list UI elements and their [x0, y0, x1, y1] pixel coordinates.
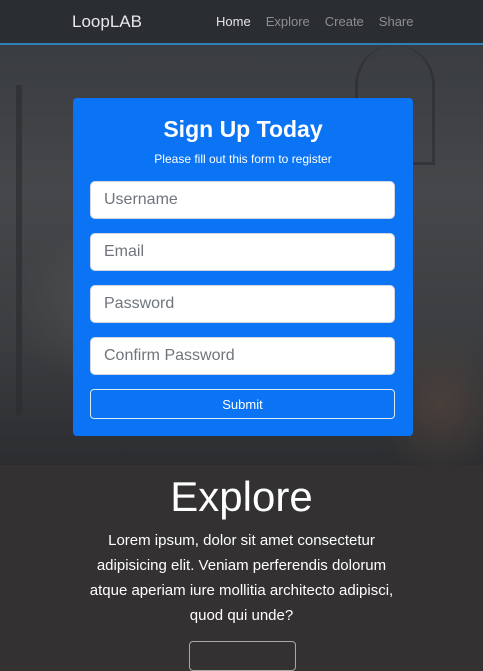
- explore-text: Lorem ipsum, dolor sit amet consectetur …: [89, 532, 394, 624]
- confirm-password-field[interactable]: [90, 337, 395, 375]
- nav-link-explore[interactable]: Explore: [266, 14, 310, 29]
- nav-link-home[interactable]: Home: [216, 14, 251, 29]
- explore-section: Explore Lorem ipsum, dolor sit amet cons…: [0, 465, 483, 671]
- nav-links: Home Explore Create Share: [216, 14, 429, 29]
- hero-pipe-shape: [16, 85, 22, 415]
- signup-form: Sign Up Today Please fill out this form …: [73, 98, 413, 436]
- signup-subtitle: Please fill out this form to register: [154, 152, 332, 166]
- brand-logo[interactable]: LoopLAB: [72, 12, 142, 32]
- submit-button[interactable]: Submit: [90, 389, 395, 419]
- signup-title: Sign Up Today: [163, 116, 323, 142]
- username-field[interactable]: [90, 181, 395, 219]
- explore-button[interactable]: [189, 641, 296, 671]
- navbar: LoopLAB Home Explore Create Share: [0, 0, 483, 45]
- email-field[interactable]: [90, 233, 395, 271]
- nav-link-create[interactable]: Create: [325, 14, 364, 29]
- explore-title: Explore: [170, 473, 313, 520]
- nav-link-share[interactable]: Share: [379, 14, 414, 29]
- password-field[interactable]: [90, 285, 395, 323]
